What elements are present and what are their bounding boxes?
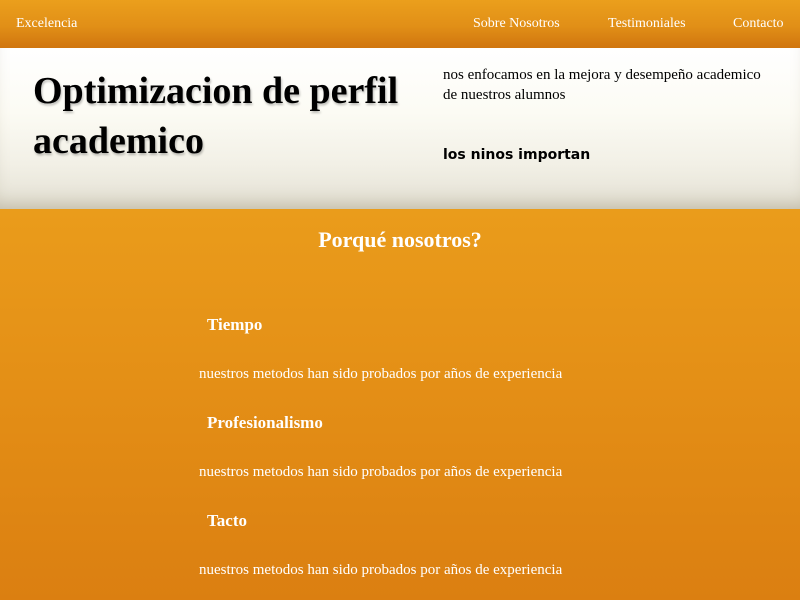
brand-link[interactable]: Excelencia — [16, 16, 77, 32]
nav-link-contacto[interactable]: Contacto — [733, 16, 784, 32]
feature-title-tacto: Tacto — [207, 511, 247, 530]
feature-text-tiempo: nuestros metodos han sido probados por a… — [199, 366, 563, 382]
hero-title: Optimizacion de perfil academico — [33, 70, 399, 162]
why-us-section: Porqué nosotros? Tiempo nuestros metodos… — [0, 209, 800, 600]
hero-section: Optimizacion de perfil academico nos enf… — [0, 48, 800, 209]
section-title: Porqué nosotros? — [318, 227, 482, 252]
nav-link-testimoniales[interactable]: Testimoniales — [608, 16, 686, 32]
hero-description: nos enfocamos en la mejora y desempeño a… — [443, 67, 761, 103]
hero-tagline: los ninos importan — [443, 147, 591, 163]
top-navbar: Excelencia Sobre Nosotros Testimoniales … — [0, 0, 800, 48]
feature-text-tacto: nuestros metodos han sido probados por a… — [199, 562, 563, 578]
feature-title-profesionalismo: Profesionalismo — [207, 413, 323, 432]
feature-title-tiempo: Tiempo — [207, 315, 263, 334]
feature-text-profesionalismo: nuestros metodos han sido probados por a… — [199, 464, 563, 480]
nav-link-sobre-nosotros[interactable]: Sobre Nosotros — [473, 16, 560, 32]
